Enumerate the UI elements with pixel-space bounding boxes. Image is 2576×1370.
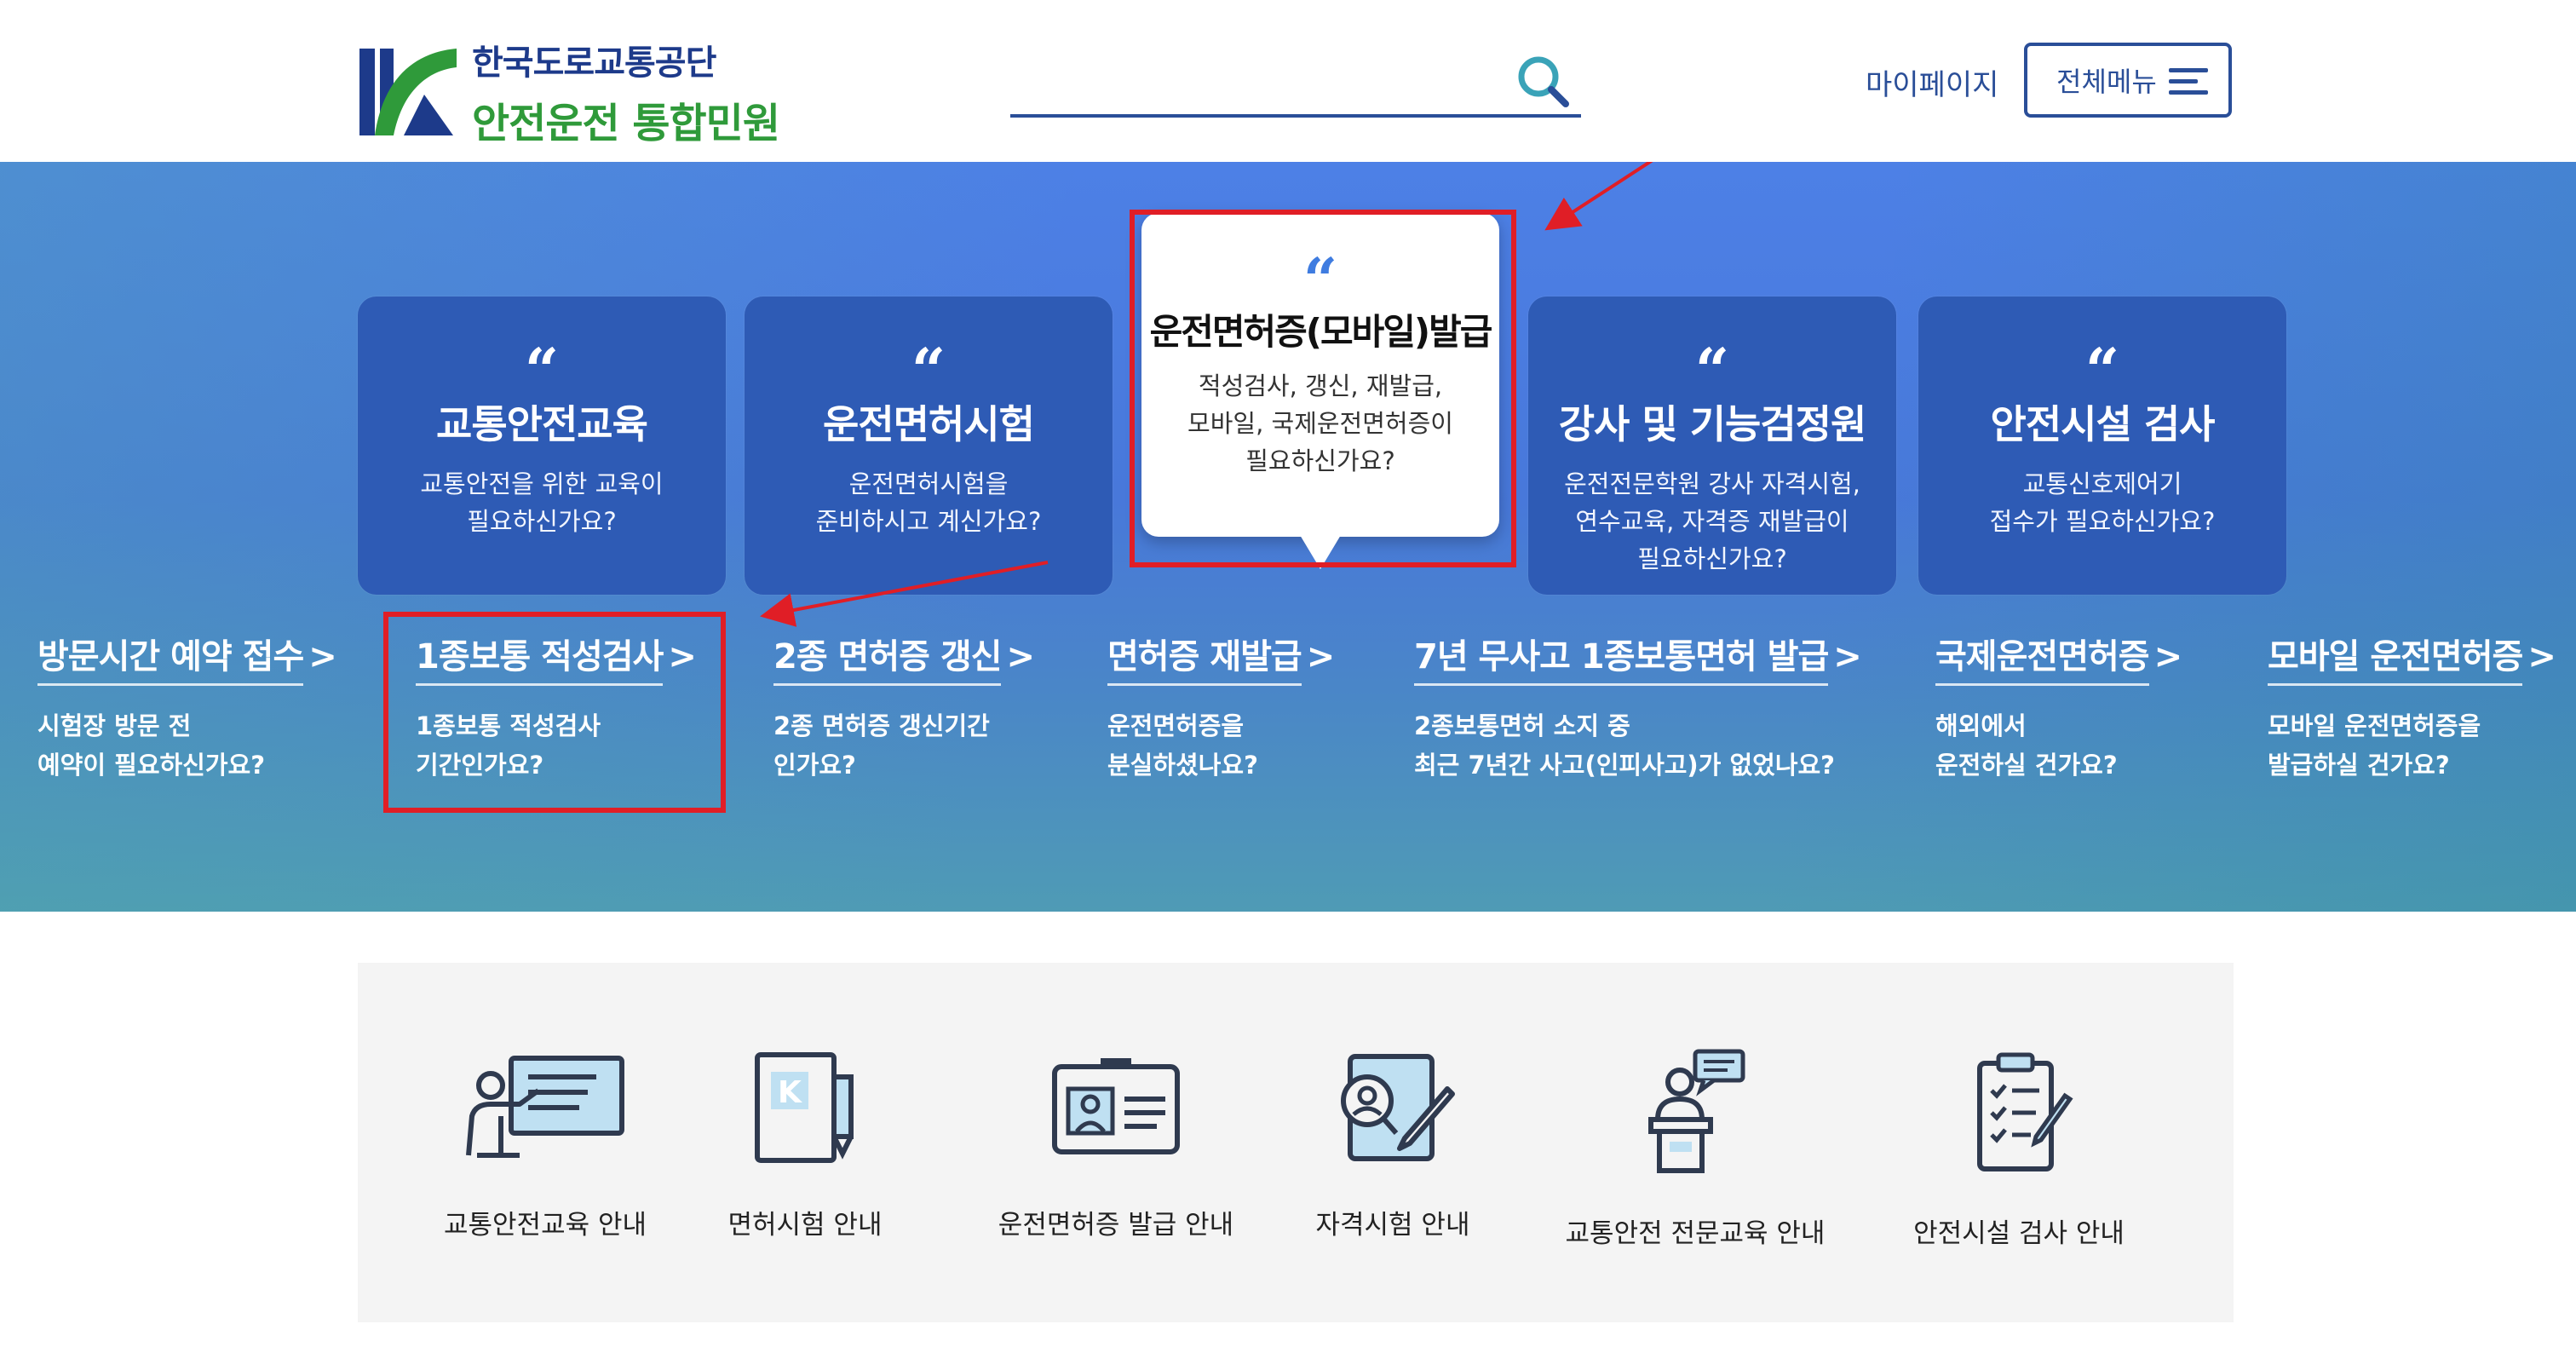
card-traffic-safety-education[interactable]: “ 교통안전교육 교통안전을 위한 교육이 필요하신가요? xyxy=(358,296,726,595)
chevron-right-icon: > xyxy=(2527,637,2556,676)
quick-item-label: 교통안전교육 안내 xyxy=(443,1210,647,1240)
link-title[interactable]: 모바일 운전면허증 xyxy=(2268,629,2523,686)
all-menu-button[interactable]: 전체메뉴 xyxy=(2024,43,2232,118)
svg-text:K: K xyxy=(778,1075,802,1110)
quick-item-label: 안전시설 검사 안내 xyxy=(1913,1218,2125,1249)
quick-item-professional-education[interactable]: 교통안전 전문교육 안내 xyxy=(1550,1048,1840,1250)
license-book-icon: K xyxy=(755,1052,854,1163)
link-title[interactable]: 1종보통 적성검사 xyxy=(416,629,664,686)
link-class1-aptitude-test[interactable]: 1종보통 적성검사 > 1종보통 적성검사 기간인가요? xyxy=(416,629,697,785)
quote-icon: “ xyxy=(911,335,946,406)
card-title: 운전면허시험 xyxy=(823,401,1035,447)
link-class2-renewal[interactable]: 2종 면허증 갱신 > 2종 면허증 갱신기간 인가요? xyxy=(773,629,1035,785)
search-bar xyxy=(1010,44,1581,118)
all-menu-label: 전체메뉴 xyxy=(2056,66,2157,98)
logo-org-name: 한국도로교통공단 xyxy=(472,43,716,83)
link-international-license[interactable]: 국제운전면허증 > 해외에서 운전하실 건가요? xyxy=(1935,629,2182,785)
quote-icon: “ xyxy=(2084,335,2120,406)
quote-icon: “ xyxy=(1694,335,1730,406)
card-safety-facility-inspection[interactable]: “ 안전시설 검사 교통신호제어기 접수가 필요하신가요? xyxy=(1918,296,2286,595)
link-description: 운전면허증을 분실하셨나요? xyxy=(1107,711,1258,780)
card-description: 교통안전을 위한 교육이 필요하신가요? xyxy=(420,469,664,536)
card-description: 운전전문학원 강사 자격시험, 연수교육, 자격증 재발급이 필요하신가요? xyxy=(1564,469,1860,573)
search-icon[interactable] xyxy=(1513,51,1573,111)
link-description: 2종 면허증 갱신기간 인가요? xyxy=(773,711,990,780)
lecturer-podium-icon xyxy=(1648,1049,1745,1173)
quick-item-label: 교통안전 전문교육 안내 xyxy=(1565,1218,1826,1249)
link-visit-reservation[interactable]: 방문시간 예약 접수 > 시험장 방문 전 예약이 필요하신가요? xyxy=(37,629,337,785)
site-header: 한국도로교통공단 안전운전 통합민원 마이페이지 전체메뉴 xyxy=(0,0,2576,162)
card-title: 강사 및 기능검정원 xyxy=(1558,401,1867,447)
chevron-right-icon: > xyxy=(668,637,697,676)
link-title[interactable]: 면허증 재발급 xyxy=(1107,629,1302,686)
link-mobile-license[interactable]: 모바일 운전면허증 > 모바일 운전면허증을 발급하실 건가요? xyxy=(2268,629,2556,785)
quick-item-traffic-safety-education[interactable]: 교통안전교육 안내 xyxy=(417,1048,673,1241)
quick-item-label: 운전면허증 발급 안내 xyxy=(998,1210,1234,1240)
card-instructor-examiner[interactable]: “ 강사 및 기능검정원 운전전문학원 강사 자격시험, 연수교육, 자격증 재… xyxy=(1528,296,1896,595)
card-title: 운전면허증(모바일)발급 xyxy=(1149,311,1493,353)
link-description: 1종보통 적성검사 기간인가요? xyxy=(416,711,601,780)
presentation-icon xyxy=(466,1056,624,1158)
link-title[interactable]: 방문시간 예약 접수 xyxy=(37,629,304,686)
card-license-mobile-issuance[interactable]: “ 운전면허증(모바일)발급 적성검사, 갱신, 재발급, 모바일, 국제운전면… xyxy=(1141,213,1499,569)
chevron-right-icon: > xyxy=(1306,637,1336,676)
arrow-to-featured-card xyxy=(1544,162,1653,231)
quick-item-label: 자격시험 안내 xyxy=(1315,1210,1470,1240)
link-description: 모바일 운전면허증을 발급하실 건가요? xyxy=(2268,711,2481,780)
link-title[interactable]: 국제운전면허증 xyxy=(1935,629,2150,686)
link-description: 해외에서 운전하실 건가요? xyxy=(1935,711,2118,780)
quick-item-license-exam[interactable]: K 면허시험 안내 xyxy=(699,1048,911,1241)
card-driving-license-exam[interactable]: “ 운전면허시험 운전면허시험을 준비하시고 계신가요? xyxy=(745,296,1113,595)
chevron-right-icon: > xyxy=(1006,637,1035,676)
certificate-exam-icon xyxy=(1341,1054,1455,1161)
link-title[interactable]: 2종 면허증 갱신 xyxy=(773,629,1002,686)
link-description: 시험장 방문 전 예약이 필요하신가요? xyxy=(37,711,266,780)
chevron-right-icon: > xyxy=(308,637,337,676)
quote-icon: “ xyxy=(1302,245,1338,315)
link-license-reissue[interactable]: 면허증 재발급 > 운전면허증을 분실하셨나요? xyxy=(1107,629,1335,785)
link-7year-accident-free[interactable]: 7년 무사고 1종보통면허 발급 > 2종보통면허 소지 중 최근 7년간 사고(… xyxy=(1414,629,1862,785)
chevron-right-icon: > xyxy=(2153,637,2183,676)
hamburger-menu-icon xyxy=(2169,66,2210,97)
chevron-right-icon: > xyxy=(1833,637,1862,676)
quote-icon: “ xyxy=(524,335,560,406)
card-description: 교통신호제어기 접수가 필요하신가요? xyxy=(1989,469,2216,536)
search-input[interactable] xyxy=(1010,44,1504,112)
checklist-icon xyxy=(1977,1052,2073,1171)
id-card-icon xyxy=(1052,1058,1180,1154)
logo-service-name: 안전운전 통합민원 xyxy=(472,100,780,147)
quick-item-facility-inspection[interactable]: 안전시설 검사 안내 xyxy=(1891,1048,2147,1250)
card-title: 교통안전교육 xyxy=(436,401,648,447)
quick-item-license-issuance[interactable]: 운전면허증 발급 안내 xyxy=(980,1048,1252,1241)
site-logo[interactable]: 한국도로교통공단 안전운전 통합민원 xyxy=(358,41,784,147)
quick-item-qualification-exam[interactable]: 자격시험 안내 xyxy=(1286,1048,1499,1241)
quick-menu-panel: 교통안전교육 안내 K 면허시험 안내 운전면허증 발급 안내 자격시험 안내 … xyxy=(358,963,2234,1322)
mypage-link[interactable]: 마이페이지 xyxy=(1866,61,1998,103)
link-description: 2종보통면허 소지 중 최근 7년간 사고(인피사고)가 없었나요? xyxy=(1414,711,1835,780)
link-title[interactable]: 7년 무사고 1종보통면허 발급 xyxy=(1414,629,1829,686)
hero-section: “ 교통안전교육 교통안전을 위한 교육이 필요하신가요? “ 운전면허시험 운… xyxy=(0,162,2576,912)
card-description: 운전면허시험을 준비하시고 계신가요? xyxy=(815,469,1042,536)
logo-mark-icon xyxy=(358,42,458,142)
quick-item-label: 면허시험 안내 xyxy=(727,1210,883,1240)
card-title: 안전시설 검사 xyxy=(1990,401,2216,447)
card-description: 적성검사, 갱신, 재발급, 모바일, 국제운전면허증이 필요하신가요? xyxy=(1187,371,1453,475)
